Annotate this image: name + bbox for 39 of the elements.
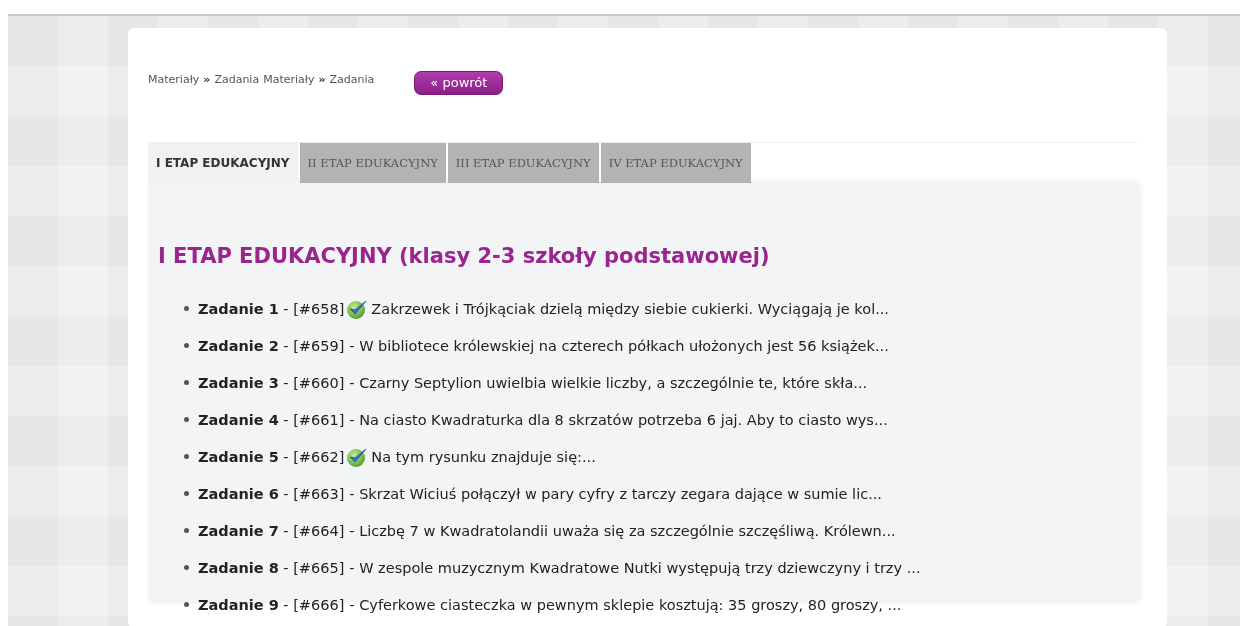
task-description: - W bibliotece królewskiej na czterech półkach ułożonych jest 56 książek... xyxy=(349,337,889,354)
task-description: - Liczbę 7 w Kwadratolandii uważa się za szczególnie szczęśliwą. Królewn... xyxy=(349,522,896,539)
breadcrumb-link[interactable]: Materiały xyxy=(263,73,315,86)
breadcrumb-separator: » xyxy=(318,73,326,86)
bullet-icon xyxy=(184,602,189,607)
bullet-icon xyxy=(184,343,189,348)
breadcrumb-link[interactable]: Materiały xyxy=(148,73,200,86)
task-description: Na tym rysunku znajduje się:... xyxy=(371,448,596,465)
tab[interactable]: IV ETAP EDUKACYJNY xyxy=(600,143,751,183)
task-link[interactable]: Zadanie 4 - [#661] xyxy=(198,411,345,428)
bullet-icon xyxy=(184,528,189,533)
task-description: - Czarny Septylion uwielbia wielkie liczby, a szczególnie te, które skła... xyxy=(349,374,868,391)
task-description: - W zespole muzycznym Kwadratowe Nutki występują trzy dziewczyny i trzy ... xyxy=(349,559,921,576)
task-link[interactable]: Zadanie 7 - [#664] xyxy=(198,522,345,539)
bullet-icon xyxy=(184,565,189,570)
bullet-icon xyxy=(184,380,189,385)
task-link[interactable]: Zadanie 9 - [#666] xyxy=(198,596,345,613)
task-description: - Na ciasto Kwadraturka dla 8 skrzatów potrzeba 6 jaj. Aby to ciasto wys... xyxy=(349,411,888,428)
tab[interactable]: III ETAP EDUKACYJNY xyxy=(447,143,599,183)
task-link[interactable]: Zadanie 1 - [#658] xyxy=(198,300,345,317)
task-description: Zakrzewek i Trójkąciak dzielą między siebie cukierki. Wyciągają je kol... xyxy=(371,300,889,317)
breadcrumb-link[interactable]: Zadania xyxy=(329,73,375,86)
bullet-icon xyxy=(184,306,189,311)
task-link[interactable]: Zadanie 5 - [#662] xyxy=(198,448,345,465)
task-link[interactable]: Zadanie 2 - [#659] xyxy=(198,337,345,354)
task-link[interactable]: Zadanie 3 - [#660] xyxy=(198,374,345,391)
tab[interactable]: I ETAP EDUKACYJNY xyxy=(148,143,298,183)
bullet-icon xyxy=(184,491,189,496)
tab[interactable]: II ETAP EDUKACYJNY xyxy=(299,143,446,183)
task-link[interactable]: Zadanie 8 - [#665] xyxy=(198,559,345,576)
breadcrumb-link[interactable]: Zadania xyxy=(214,73,260,86)
bullet-icon xyxy=(184,417,189,422)
task-link[interactable]: Zadanie 6 - [#663] xyxy=(198,485,345,502)
bullet-icon xyxy=(184,454,189,459)
breadcrumb-separator: » xyxy=(203,73,211,86)
section-heading: I ETAP EDUKACYJNY (klasy 2-3 szkoły podstawowej) xyxy=(158,244,771,268)
back-button[interactable]: « powrót xyxy=(414,71,504,95)
task-description: - Cyferkowe ciasteczka w pewnym sklepie kosztują: 35 groszy, 80 groszy, ... xyxy=(349,596,902,613)
task-description: - Skrzat Wiciuś połączył w pary cyfry z tarczy zegara dające w sumie lic... xyxy=(349,485,882,502)
